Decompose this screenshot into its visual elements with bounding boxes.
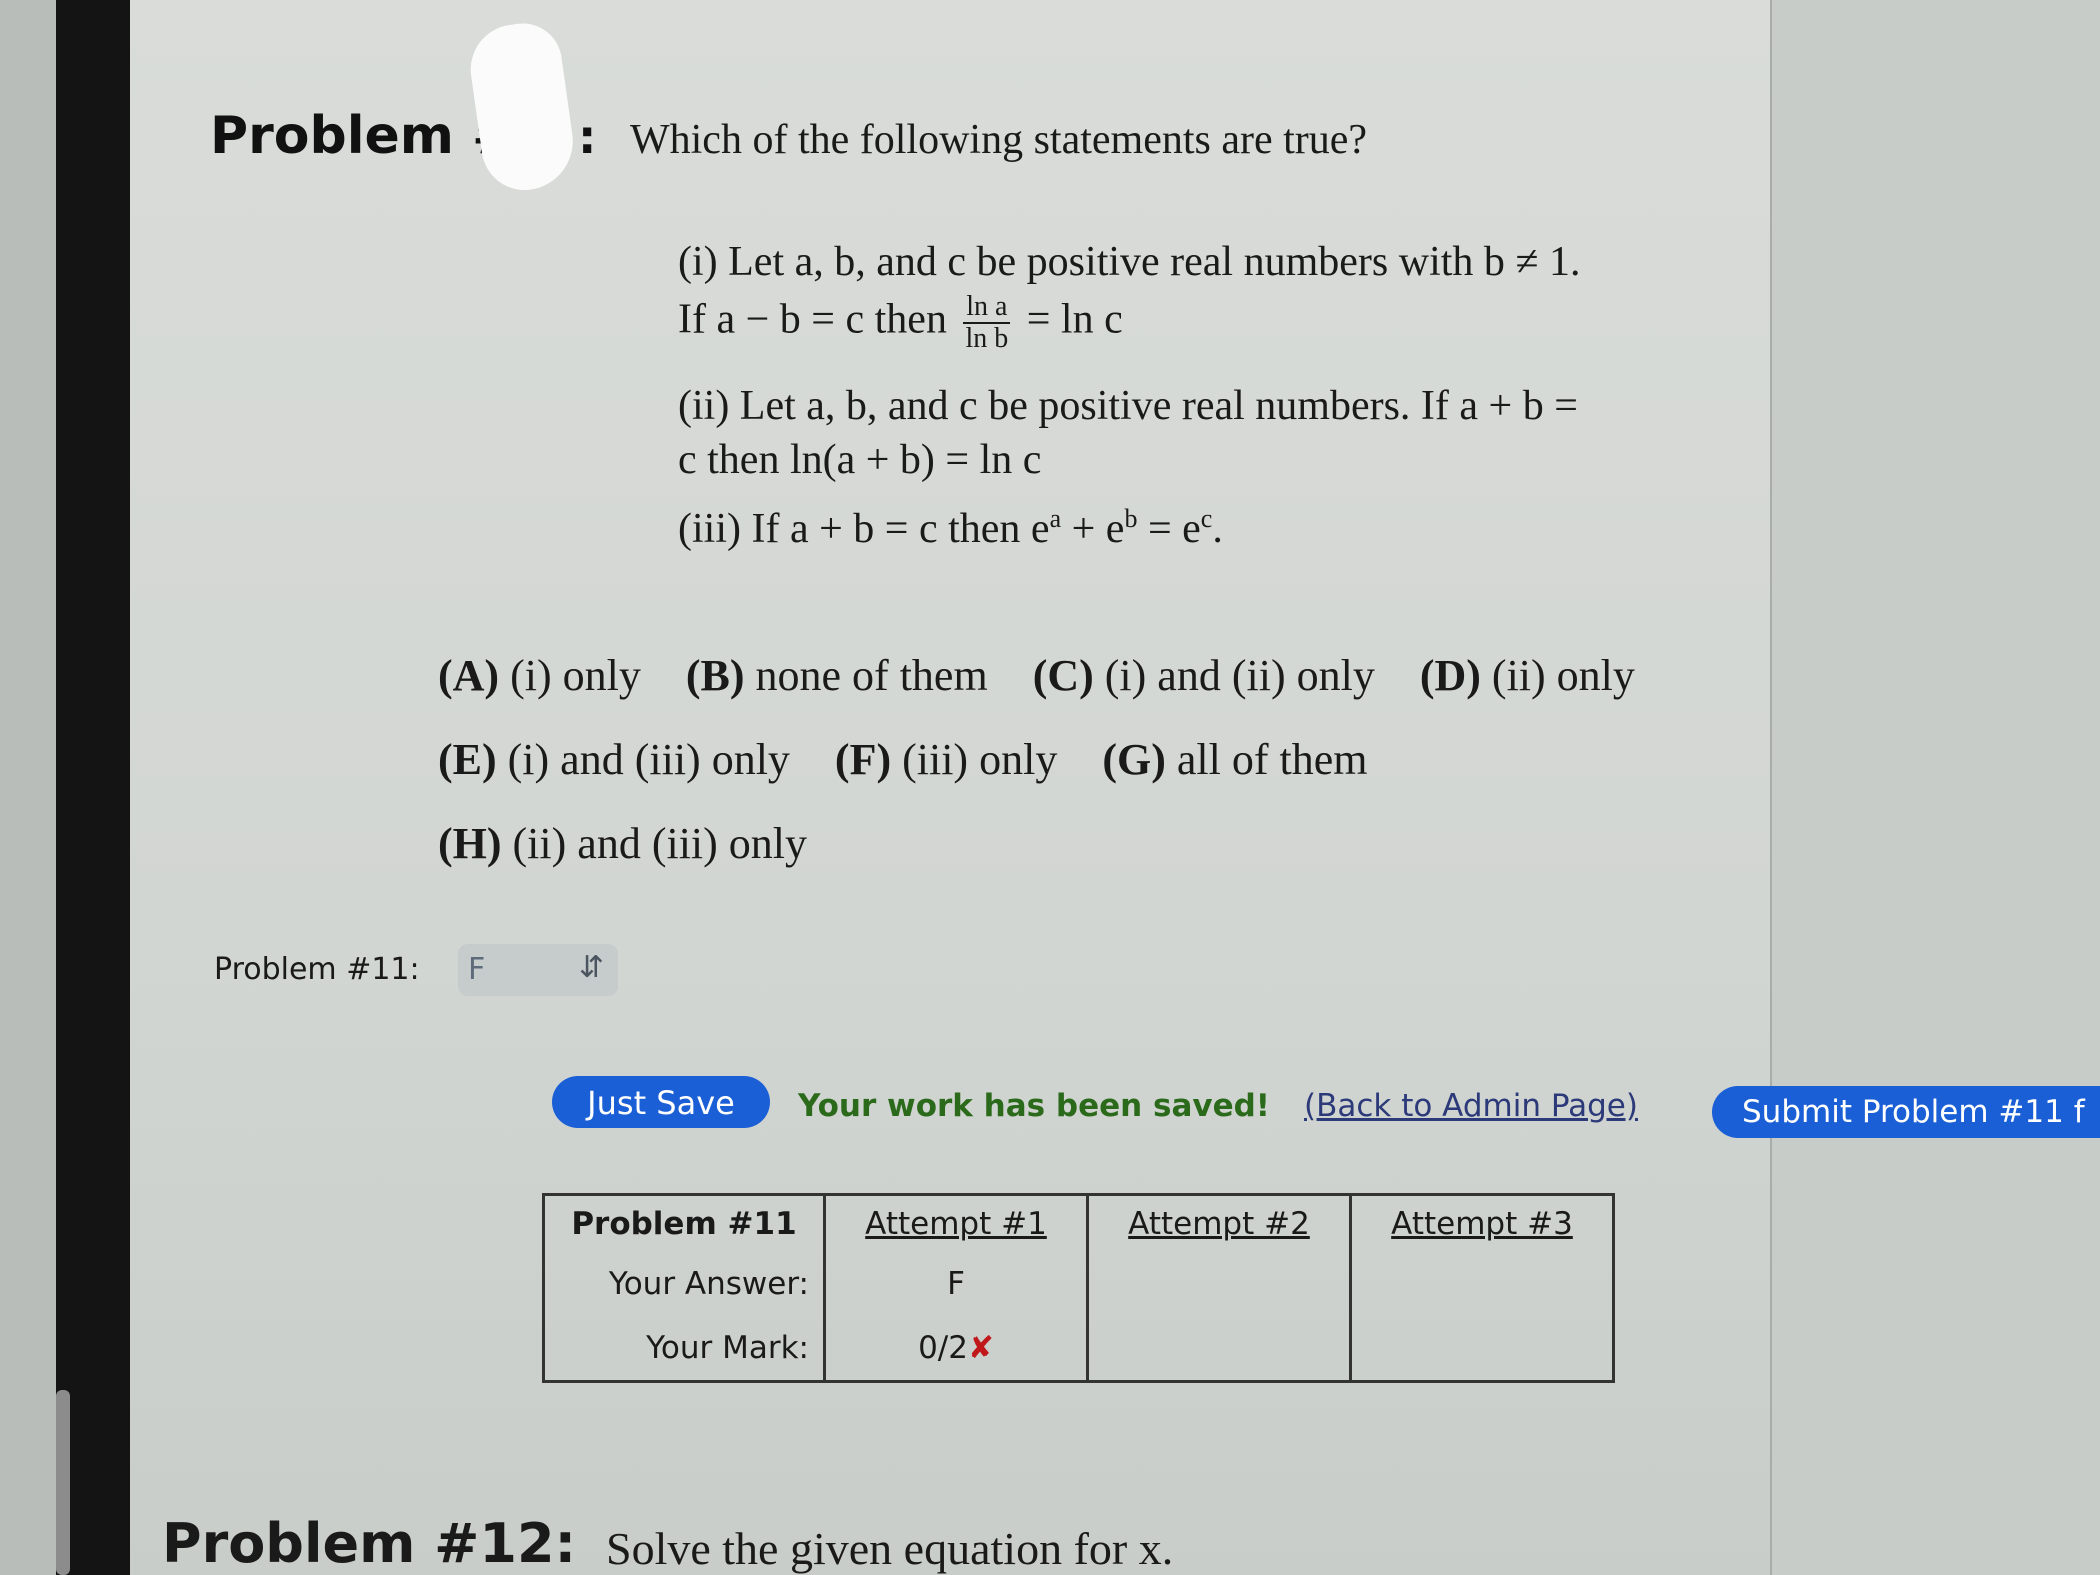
fraction-numerator: ln a (963, 292, 1011, 324)
choice-b: (B) none of them (685, 651, 988, 700)
answer-row: Your Answer: F (542, 1252, 1615, 1316)
attempt-1-mark: 0/2✘ (823, 1316, 1089, 1383)
screen-left-margin (0, 0, 56, 1575)
window-left-edge (56, 0, 130, 1575)
attempt-2-link[interactable]: Attempt #2 (1086, 1193, 1352, 1252)
statement-iii: (iii) If a + b = c then ea + eb = ec. (678, 504, 1223, 552)
attempt-3-link[interactable]: Attempt #3 (1349, 1193, 1615, 1252)
statement-i-line1: (i) Let a, b, and c be positive real num… (678, 239, 1581, 285)
choice-f: (F) (iii) only (834, 735, 1058, 784)
log-fraction: ln a ln b (963, 292, 1011, 354)
choices-row-1: (A) (i) only (B) none of them (C) (i) an… (438, 650, 1669, 701)
fraction-denominator: ln b (965, 323, 1009, 354)
attempts-header-row: Problem #11 Attempt #1 Attempt #2 Attemp… (542, 1193, 1615, 1252)
chevron-updown-icon: ⇵ (578, 950, 604, 985)
choice-d: (D) (ii) only (1419, 651, 1635, 700)
choice-g: (G) all of them (1102, 735, 1368, 784)
back-to-admin-link[interactable]: (Back to Admin Page) (1304, 1088, 1638, 1124)
choices-row-3: (H) (ii) and (iii) only (438, 818, 841, 869)
page-right-margin (1772, 0, 2100, 1575)
problem-heading: Problem # (210, 106, 516, 166)
question-text: Which of the following statements are tr… (630, 117, 1368, 163)
choices-row-2: (E) (i) and (iii) only (F) (iii) only (G… (438, 734, 1401, 785)
attempt-3-mark (1349, 1316, 1615, 1383)
answer-row-label: Your Answer: (542, 1252, 826, 1316)
scrollbar-thumb[interactable] (56, 1390, 70, 1575)
statement-i-condition: If a − b = c then (678, 296, 947, 343)
answer-select[interactable]: F ⇵ (458, 944, 618, 996)
choice-a: (A) (i) only (438, 651, 641, 700)
exponent-a: a (1049, 504, 1062, 533)
statement-ii-line1: (ii) Let a, b, and c be positive real nu… (678, 383, 1578, 429)
next-problem-heading: Problem #12: (162, 1512, 577, 1575)
mark-row: Your Mark: 0/2✘ (542, 1316, 1615, 1383)
exponent-c: c (1200, 504, 1213, 533)
choice-h: (H) (ii) and (iii) only (438, 819, 808, 868)
next-problem-text: Solve the given equation for x. (606, 1523, 1174, 1574)
attempt-3-answer (1349, 1252, 1615, 1316)
attempt-1-link[interactable]: Attempt #1 (823, 1193, 1089, 1252)
statement-i-line2: If a − b = c then ln a ln b = ln c (678, 292, 1123, 354)
choice-e: (E) (i) and (iii) only (438, 735, 790, 784)
statement-i-result: = ln c (1026, 296, 1123, 343)
saved-message: Your work has been saved! (798, 1088, 1270, 1124)
attempts-table-title: Problem #11 (542, 1193, 826, 1252)
problem-heading-colon: : (578, 110, 597, 164)
just-save-button[interactable]: Just Save (552, 1076, 770, 1128)
attempt-2-mark (1086, 1316, 1352, 1383)
attempt-2-answer (1086, 1252, 1352, 1316)
mark-row-label: Your Mark: (542, 1316, 826, 1383)
submit-problem-button[interactable]: Submit Problem #11 f (1712, 1086, 2100, 1138)
wrong-x-icon: ✘ (967, 1330, 994, 1366)
attempts-table: Problem #11 Attempt #1 Attempt #2 Attemp… (542, 1193, 1615, 1383)
statement-ii-line2: c then ln(a + b) = ln c (678, 437, 1042, 483)
answer-label: Problem #11: (214, 952, 420, 987)
exponent-b: b (1124, 504, 1138, 533)
attempt-1-answer: F (823, 1252, 1089, 1316)
choice-c: (C) (i) and (ii) only (1032, 651, 1375, 700)
answer-select-value: F (468, 952, 486, 987)
